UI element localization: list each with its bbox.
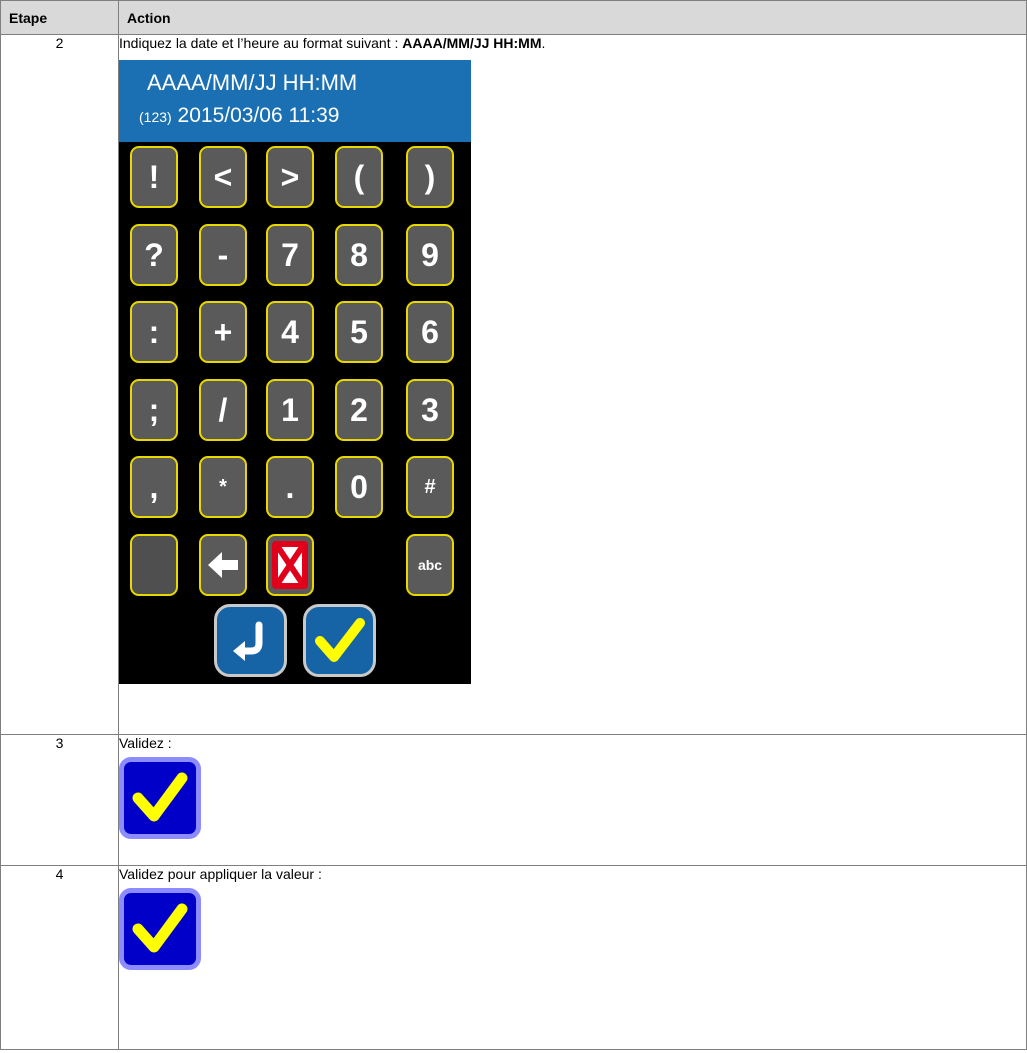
key-comma[interactable]: ,	[130, 456, 178, 518]
keypad-format: AAAA/MM/JJ HH:MM	[147, 70, 358, 95]
key-period[interactable]: .	[266, 456, 314, 518]
key-space[interactable]	[130, 534, 178, 596]
enter-button[interactable]	[214, 604, 287, 677]
validate-button[interactable]	[303, 604, 376, 677]
key-asterisk[interactable]: *	[199, 456, 247, 518]
key-8[interactable]: 8	[335, 224, 383, 286]
cancel-x-icon	[272, 541, 308, 589]
action-text: Validez pour appliquer la valeur :	[119, 866, 322, 882]
backspace-button[interactable]	[199, 534, 247, 596]
key-0[interactable]: 0	[335, 456, 383, 518]
steps-table: Etape Action 2 Indiquez la date et l’heu…	[0, 0, 1027, 1050]
key-5[interactable]: 5	[335, 301, 383, 363]
step-number: 4	[0, 865, 119, 1050]
key-greater-than[interactable]: >	[266, 146, 314, 208]
key-1[interactable]: 1	[266, 379, 314, 441]
header-step: Etape	[0, 0, 119, 35]
value-prefix: (123)	[139, 109, 172, 125]
key-6[interactable]: 6	[406, 301, 454, 363]
key-2[interactable]: 2	[335, 379, 383, 441]
check-icon	[314, 617, 365, 662]
step-number: 3	[0, 734, 119, 866]
keypad-header: AAAA/MM/JJ HH:MM (123) 2015/03/06 11:39	[119, 60, 471, 142]
keypad-screenshot: AAAA/MM/JJ HH:MM (123) 2015/03/06 11:39 …	[119, 60, 471, 684]
table-row: 4 Validez pour appliquer la valeur :	[0, 865, 1027, 1050]
action-cell: Validez :	[118, 734, 1027, 866]
key-question[interactable]: ?	[130, 224, 178, 286]
key-plus[interactable]: +	[199, 301, 247, 363]
key-slash[interactable]: /	[199, 379, 247, 441]
key-semicolon[interactable]: ;	[130, 379, 178, 441]
keypad-value: 2015/03/06 11:39	[177, 104, 340, 127]
key-close-paren[interactable]: )	[406, 146, 454, 208]
key-minus[interactable]: -	[199, 224, 247, 286]
abc-button[interactable]: abc	[406, 534, 454, 596]
key-9[interactable]: 9	[406, 224, 454, 286]
table-row: 2 Indiquez la date et l’heure au format …	[0, 34, 1027, 735]
key-3[interactable]: 3	[406, 379, 454, 441]
back-arrow-icon	[208, 552, 238, 578]
enter-icon	[232, 621, 262, 661]
clear-button[interactable]	[266, 534, 314, 596]
action-text-end: .	[541, 35, 546, 51]
check-icon	[132, 903, 188, 953]
keypad-value-field[interactable]: (123) 2015/03/06 11:39	[139, 104, 339, 128]
key-less-than[interactable]: <	[199, 146, 247, 208]
action-text: Validez :	[119, 735, 172, 751]
validate-button-image	[119, 888, 201, 970]
table-row: 3 Validez :	[0, 734, 1027, 866]
action-text-start: Indiquez la date et l’heure au format su…	[119, 35, 403, 51]
header-action: Action	[118, 0, 1027, 35]
table-header-row: Etape Action	[0, 0, 1027, 35]
action-text: Indiquez la date et l’heure au format su…	[119, 35, 1026, 51]
key-open-paren[interactable]: (	[335, 146, 383, 208]
format-label: AAAA/MM/JJ HH:MM	[402, 35, 542, 51]
key-7[interactable]: 7	[266, 224, 314, 286]
action-cell: Validez pour appliquer la valeur :	[118, 865, 1027, 1050]
action-cell: Indiquez la date et l’heure au format su…	[118, 34, 1027, 735]
key-exclamation[interactable]: !	[130, 146, 178, 208]
step-number: 2	[0, 34, 119, 735]
check-icon	[132, 772, 188, 822]
validate-button-image	[119, 757, 201, 839]
key-colon[interactable]: :	[130, 301, 178, 363]
key-hash[interactable]: #	[406, 456, 454, 518]
key-4[interactable]: 4	[266, 301, 314, 363]
